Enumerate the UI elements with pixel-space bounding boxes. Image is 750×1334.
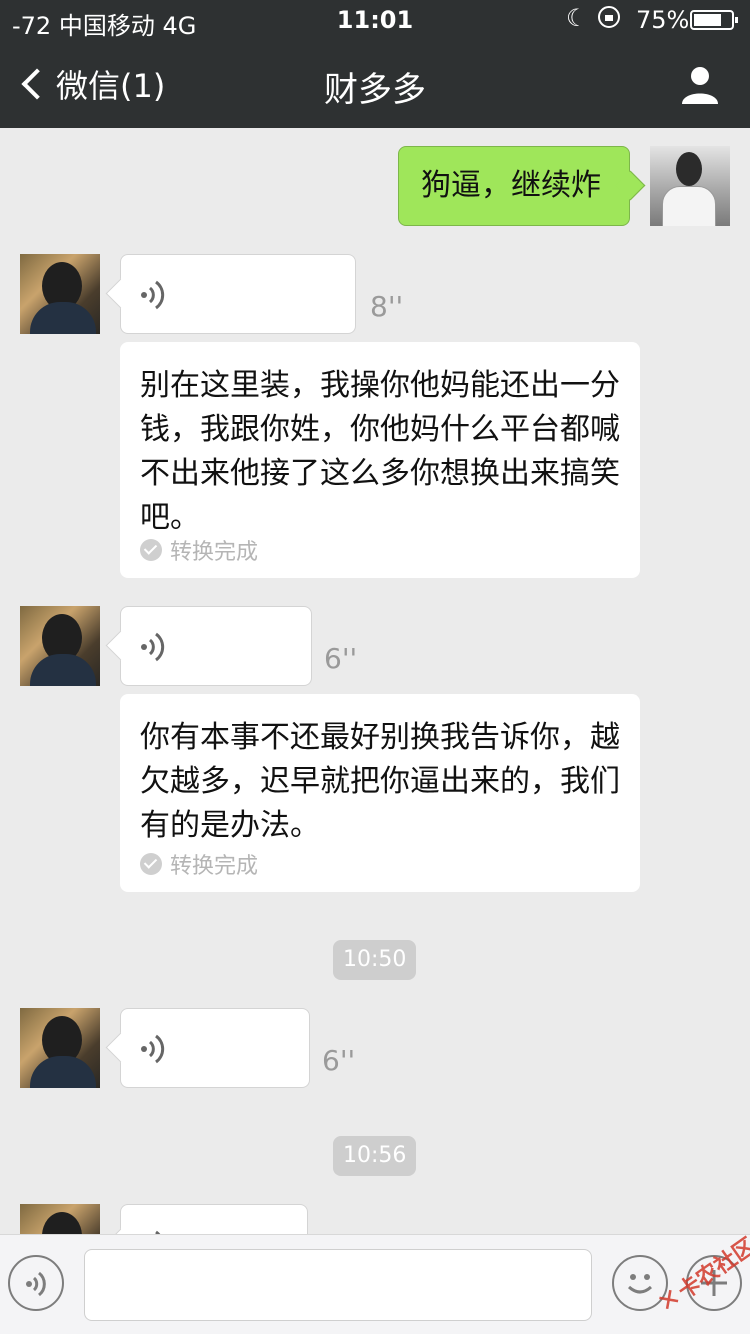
input-bar <box>0 1234 750 1334</box>
voice-wave-icon <box>155 1230 161 1234</box>
rotation-lock-icon <box>598 6 620 28</box>
voice-duration: 6'' <box>322 1044 356 1077</box>
voice-duration: 8'' <box>370 290 404 323</box>
voice-message-bubble[interactable] <box>120 606 312 686</box>
chat-area[interactable]: 狗逼，继续炸 8'' 别在这里装，我操你他妈能还出一分钱，我跟你姓，你他妈什么平… <box>0 128 750 1234</box>
transcript-text: 别在这里装，我操你他妈能还出一分钱，我跟你姓，你他妈什么平台都喊不出来他接了这么… <box>140 368 620 535</box>
contact-avatar[interactable] <box>20 1008 100 1088</box>
voice-transcript[interactable]: 别在这里装，我操你他妈能还出一分钱，我跟你姓，你他妈什么平台都喊不出来他接了这么… <box>120 342 640 578</box>
check-circle-icon <box>140 539 162 561</box>
chat-title: 财多多 <box>324 70 426 110</box>
battery-level <box>694 14 721 26</box>
voice-icon <box>26 1271 46 1297</box>
transcript-status-label: 转换完成 <box>170 854 259 879</box>
transcript-status: 转换完成 <box>140 848 258 880</box>
voice-wave-icon <box>141 1034 165 1064</box>
voice-transcript[interactable]: 你有本事不还最好别换我告诉你，越欠越多，迟早就把你逼出来的，我们有的是办法。 转… <box>120 694 640 892</box>
status-bar: -72 中国移动 4G 11:01 ☾ 75% <box>0 0 750 40</box>
voice-message-bubble[interactable] <box>120 1008 310 1088</box>
timestamp: 10:56 <box>333 1136 417 1176</box>
voice-input-button[interactable] <box>8 1255 64 1311</box>
sent-message-bubble[interactable]: 狗逼，继续炸 <box>398 146 630 226</box>
voice-message-bubble[interactable] <box>120 1204 308 1234</box>
sent-message-text: 狗逼，继续炸 <box>421 168 601 203</box>
transcript-status-label: 转换完成 <box>170 540 259 565</box>
contact-avatar[interactable] <box>20 1204 100 1234</box>
nav-bar: 微信(1) 财多多 <box>0 40 750 128</box>
person-icon[interactable] <box>680 64 720 104</box>
moon-icon: ☾ <box>566 4 588 32</box>
voice-wave-icon <box>141 632 165 662</box>
timestamp: 10:50 <box>333 940 417 980</box>
contact-avatar[interactable] <box>20 254 100 334</box>
check-circle-icon <box>140 853 162 875</box>
contact-avatar[interactable] <box>20 606 100 686</box>
transcript-status: 转换完成 <box>140 534 258 566</box>
voice-message-bubble[interactable] <box>120 254 356 334</box>
my-avatar[interactable] <box>650 146 730 226</box>
message-input[interactable] <box>84 1249 592 1321</box>
voice-wave-icon <box>141 280 165 310</box>
battery-icon <box>690 10 738 30</box>
battery-percent: 75% <box>636 6 690 34</box>
voice-duration: 6'' <box>324 642 358 675</box>
transcript-text: 你有本事不还最好别换我告诉你，越欠越多，迟早就把你逼出来的，我们有的是办法。 <box>140 720 620 843</box>
